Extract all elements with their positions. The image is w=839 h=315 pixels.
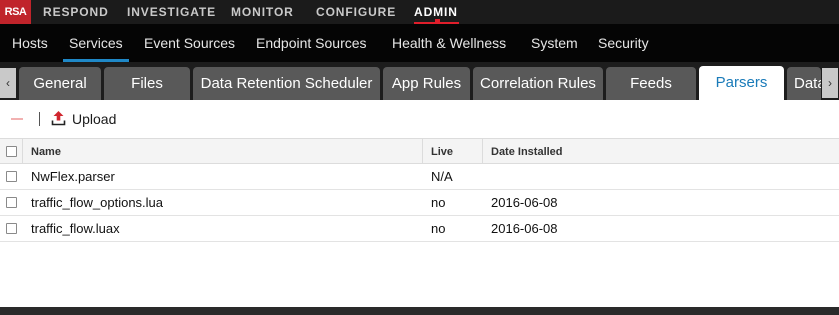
nav-monitor[interactable]: MONITOR [231,0,294,24]
table-row[interactable]: traffic_flow.luax no 2016-06-08 [0,216,839,242]
column-divider [422,139,423,163]
column-name[interactable]: Name [31,139,61,163]
tab-feeds[interactable]: Feeds [606,67,696,100]
table-row[interactable]: traffic_flow_options.lua no 2016-06-08 [0,190,839,216]
parser-name: traffic_flow_options.lua [31,195,164,210]
column-live[interactable]: Live [431,139,453,163]
parsers-toolbar: Upload [0,100,839,138]
tab-scroll-right-icon[interactable]: › [822,68,838,98]
parser-name: NwFlex.parser [31,169,115,184]
nav-admin-label: ADMIN [414,5,458,19]
upload-label: Upload [72,111,117,127]
subnav-endpoint-sources[interactable]: Endpoint Sources [256,24,367,62]
subnav-hosts[interactable]: Hosts [12,24,48,62]
table-row[interactable]: NwFlex.parser N/A [0,164,839,190]
parser-name: traffic_flow.luax [31,221,120,236]
nav-investigate[interactable]: INVESTIGATE [127,0,216,24]
select-all-checkbox[interactable] [6,146,17,157]
bottom-status-bar [0,307,839,315]
tab-correlation-rules[interactable]: Correlation Rules [473,67,603,100]
tab-data[interactable]: Data [787,67,821,100]
nav-admin[interactable]: ADMIN [414,0,459,24]
tab-parsers[interactable]: Parsers [699,66,784,100]
subnav-system[interactable]: System [531,24,578,62]
column-date-installed[interactable]: Date Installed [491,139,563,163]
subnav-health-wellness[interactable]: Health & Wellness [392,24,506,62]
subnav-event-sources[interactable]: Event Sources [144,24,235,62]
tab-app-rules[interactable]: App Rules [383,67,470,100]
parser-live: no [431,221,446,236]
tab-general[interactable]: General [19,67,101,100]
parser-date-installed: 2016-06-08 [491,221,558,236]
active-indicator-notch [434,19,440,22]
upload-icon [51,111,66,126]
nav-respond[interactable]: RESPOND [43,0,109,24]
row-checkbox[interactable] [6,171,17,182]
row-checkbox[interactable] [6,223,17,234]
minus-icon[interactable] [11,118,23,120]
column-divider [22,139,23,163]
column-divider [482,139,483,163]
subnav-services[interactable]: Services [63,24,129,62]
parser-date-installed: 2016-06-08 [491,195,558,210]
upload-button[interactable]: Upload [51,109,116,129]
subnav-security[interactable]: Security [598,24,649,62]
tab-data-retention-scheduler[interactable]: Data Retention Scheduler [193,67,380,100]
parsers-table: Name Live Date Installed NwFlex.parser N… [0,138,839,242]
toolbar-divider [39,112,40,126]
top-navigation: RSA RESPOND INVESTIGATE MONITOR CONFIGUR… [0,0,839,24]
rsa-logo[interactable]: RSA [0,0,31,24]
service-tab-bar: ‹ General Files Data Retention Scheduler… [0,62,839,100]
tab-files[interactable]: Files [104,67,190,100]
tab-scroll-left-icon[interactable]: ‹ [0,68,16,98]
parser-live: no [431,195,446,210]
nav-configure[interactable]: CONFIGURE [316,0,396,24]
sub-navigation: Hosts Services Event Sources Endpoint So… [0,24,839,62]
parser-live: N/A [431,169,453,184]
table-header: Name Live Date Installed [0,138,839,164]
row-checkbox[interactable] [6,197,17,208]
